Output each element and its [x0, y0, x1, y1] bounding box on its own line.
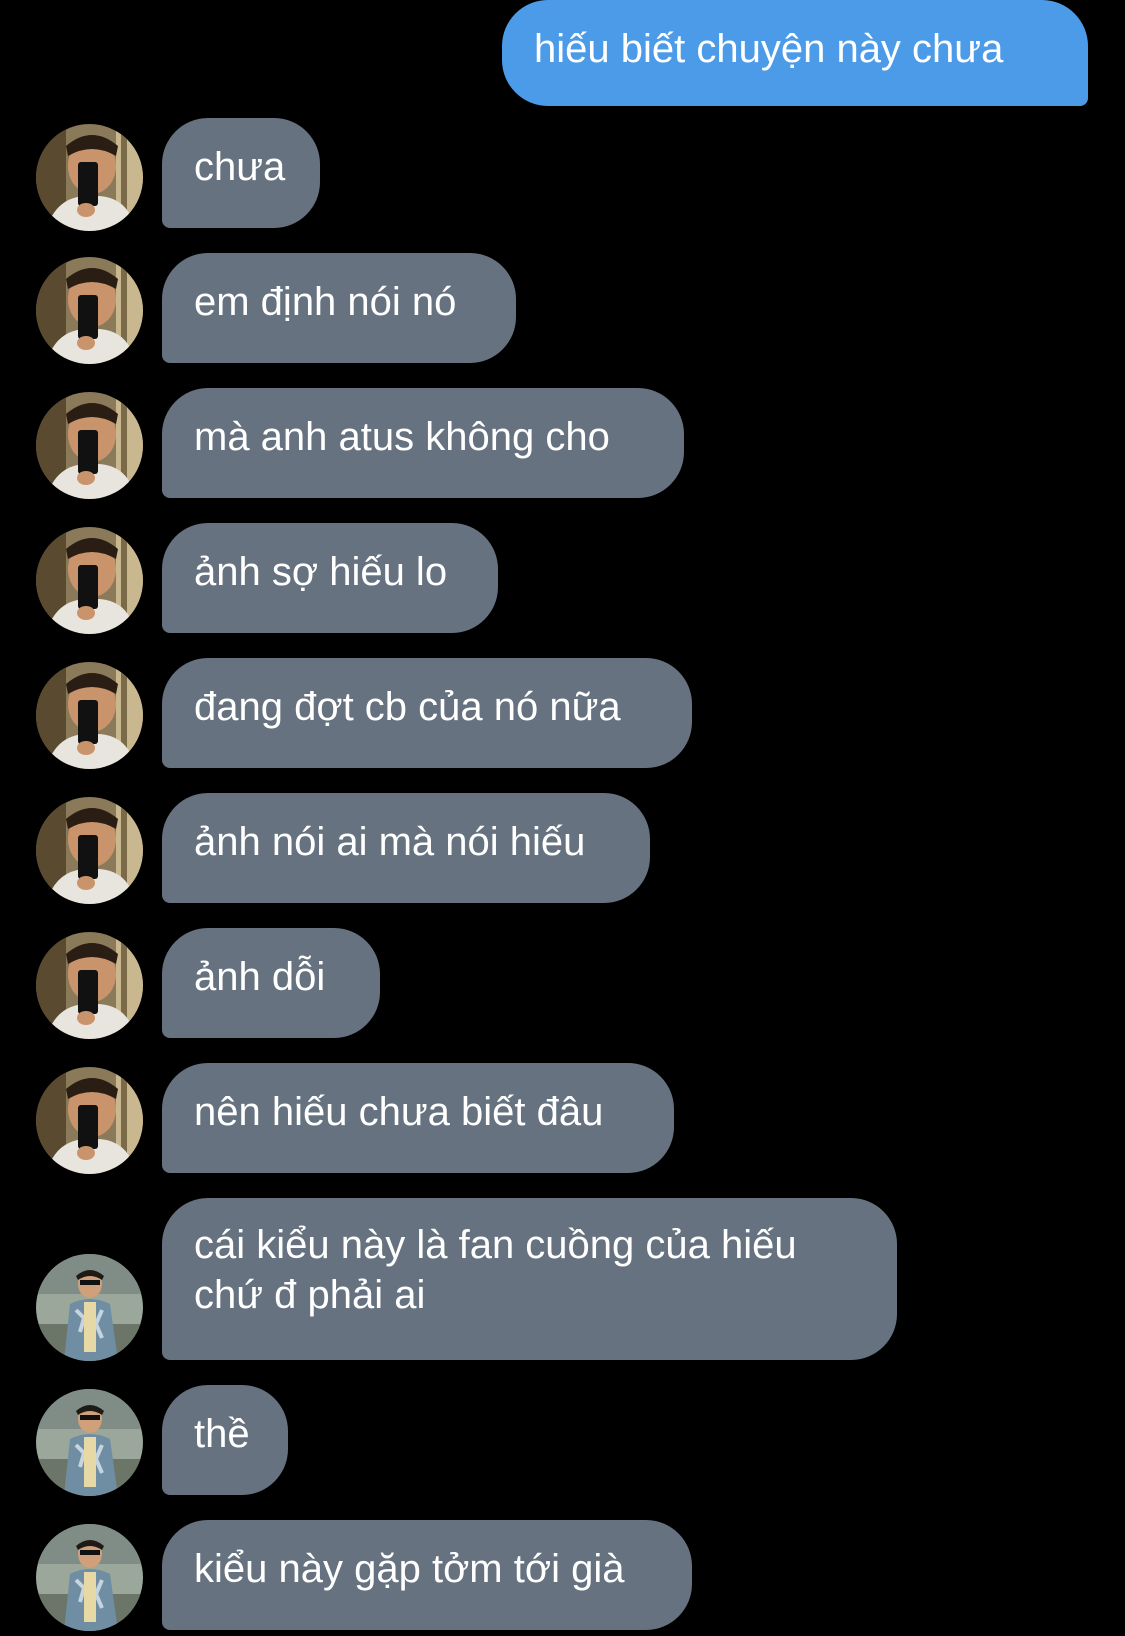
avatar[interactable]: [36, 1254, 143, 1361]
incoming-message-text: em định nói nó: [194, 280, 457, 324]
avatar[interactable]: [36, 392, 143, 499]
incoming-message-bubble[interactable]: đang đợt cb của nó nữa: [162, 658, 692, 768]
incoming-message-bubble[interactable]: em định nói nó: [162, 253, 516, 363]
avatar[interactable]: [36, 662, 143, 769]
incoming-message-text: thề: [194, 1412, 250, 1456]
avatar[interactable]: [36, 257, 143, 364]
incoming-message-bubble[interactable]: nên hiếu chưa biết đâu: [162, 1063, 674, 1173]
incoming-message-text: chưa: [194, 145, 286, 189]
incoming-message-text: nên hiếu chưa biết đâu: [194, 1090, 604, 1134]
avatar[interactable]: [36, 124, 143, 231]
avatar[interactable]: [36, 797, 143, 904]
incoming-message-text: ảnh dỗi: [194, 955, 326, 999]
avatar[interactable]: [36, 1389, 143, 1496]
avatar[interactable]: [36, 527, 143, 634]
avatar[interactable]: [36, 932, 143, 1039]
incoming-message-bubble[interactable]: mà anh atus không cho: [162, 388, 684, 498]
incoming-message-text: ảnh nói ai mà nói hiếu: [194, 820, 586, 864]
incoming-message-bubble[interactable]: ảnh sợ hiếu lo: [162, 523, 498, 633]
incoming-message-text: mà anh atus không cho: [194, 415, 610, 459]
incoming-message-bubble[interactable]: cái kiểu này là fan cuồng của hiếu chứ đ…: [162, 1198, 897, 1360]
incoming-message-bubble[interactable]: kiểu này gặp tởm tới già: [162, 1520, 692, 1630]
avatar[interactable]: [36, 1067, 143, 1174]
incoming-message-bubble[interactable]: ảnh nói ai mà nói hiếu: [162, 793, 650, 903]
avatar[interactable]: [36, 1524, 143, 1631]
incoming-message-text: kiểu này gặp tởm tới già: [194, 1547, 625, 1591]
incoming-message-text: đang đợt cb của nó nữa: [194, 685, 621, 729]
outgoing-message-bubble[interactable]: hiếu biết chuyện này chưa: [502, 0, 1088, 106]
incoming-message-text: cái kiểu này là fan cuồng của hiếu chứ đ…: [194, 1223, 797, 1317]
incoming-message-text: ảnh sợ hiếu lo: [194, 550, 448, 594]
incoming-message-bubble[interactable]: ảnh dỗi: [162, 928, 380, 1038]
outgoing-message-text: hiếu biết chuyện này chưa: [534, 27, 1004, 71]
incoming-message-bubble[interactable]: thề: [162, 1385, 288, 1495]
incoming-message-bubble[interactable]: chưa: [162, 118, 320, 228]
